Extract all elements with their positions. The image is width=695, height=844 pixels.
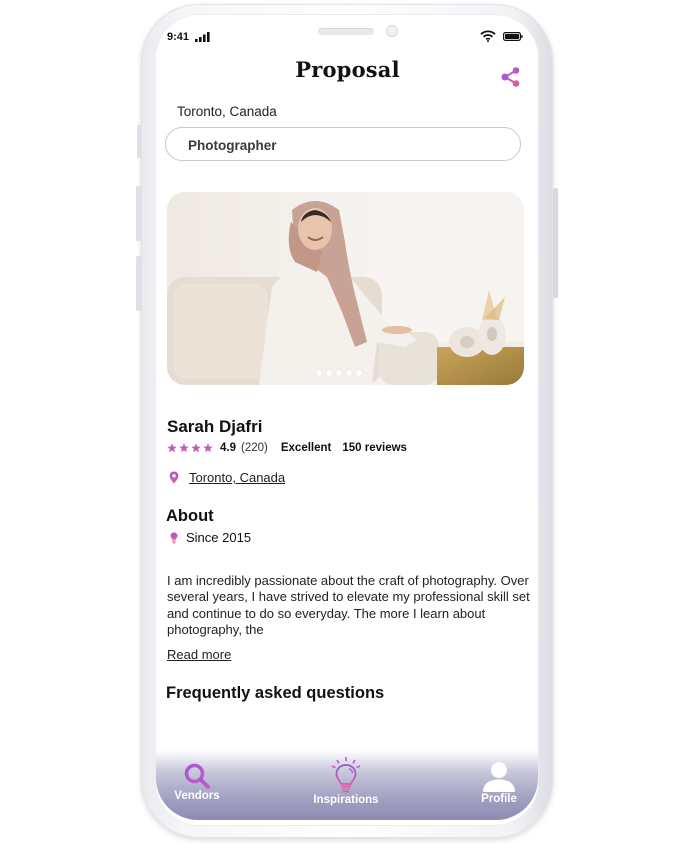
star-rating xyxy=(167,443,213,453)
vendor-photo-illustration xyxy=(167,192,524,385)
since-row: Since 2015 xyxy=(170,530,251,545)
wifi-icon xyxy=(480,30,496,42)
mute-switch xyxy=(137,125,142,158)
lightbulb-icon xyxy=(331,757,361,793)
earpiece-speaker xyxy=(318,28,374,35)
star-icon xyxy=(179,443,189,453)
status-time: 9:41 xyxy=(167,31,190,43)
tab-vendors-label: Vendors xyxy=(174,790,220,802)
vendor-location-link[interactable]: Toronto, Canada xyxy=(189,470,285,485)
vendor-photo[interactable] xyxy=(167,192,524,385)
about-description: I am incredibly passionate about the cra… xyxy=(167,573,530,637)
battery-full-icon xyxy=(503,32,523,41)
rating-row: 4.9 (220) Excellent 150 reviews xyxy=(167,442,407,454)
vendor-location-row: Toronto, Canada xyxy=(169,470,285,485)
rating-value: 4.9 xyxy=(220,442,236,454)
search-location[interactable]: Toronto, Canada xyxy=(177,104,277,119)
lightbulb-icon xyxy=(170,532,178,543)
user-icon xyxy=(483,762,515,792)
reviews-count[interactable]: 150 reviews xyxy=(342,442,407,454)
star-icon xyxy=(167,443,177,453)
location-pin-icon xyxy=(169,471,179,484)
gallery-pagination xyxy=(316,370,362,378)
vendor-name: Sarah Djafri xyxy=(167,417,263,436)
search-input[interactable] xyxy=(186,128,510,162)
volume-up-button xyxy=(136,186,142,241)
rating-count: (220) xyxy=(241,442,268,454)
tab-profile[interactable]: Profile xyxy=(478,761,520,805)
search-field[interactable] xyxy=(165,127,521,162)
volume-down-button xyxy=(136,256,142,311)
rating-label: Excellent xyxy=(280,442,332,454)
gallery-dot[interactable] xyxy=(336,370,342,376)
gallery-dot[interactable] xyxy=(346,370,352,376)
tab-inspirations-label: Inspirations xyxy=(313,794,379,806)
faq-heading: Frequently asked questions xyxy=(166,684,385,702)
cellular-signal-icon xyxy=(195,32,210,42)
share-icon[interactable] xyxy=(500,66,522,88)
tab-inspirations[interactable]: Inspirations xyxy=(310,756,382,806)
gallery-dot[interactable] xyxy=(316,370,322,376)
about-heading: About xyxy=(166,507,214,525)
front-camera xyxy=(386,25,398,37)
tab-vendors[interactable]: Vendors xyxy=(170,762,224,802)
gallery-dot[interactable] xyxy=(326,370,332,376)
power-button xyxy=(553,188,558,298)
tab-profile-label: Profile xyxy=(481,793,517,805)
star-icon xyxy=(191,443,201,453)
app-title: Proposal xyxy=(295,57,400,82)
search-icon xyxy=(184,763,210,789)
gallery-dot[interactable] xyxy=(356,370,362,376)
read-more-link[interactable]: Read more xyxy=(167,647,231,662)
star-icon xyxy=(203,443,213,453)
since-text: Since 2015 xyxy=(186,530,252,545)
